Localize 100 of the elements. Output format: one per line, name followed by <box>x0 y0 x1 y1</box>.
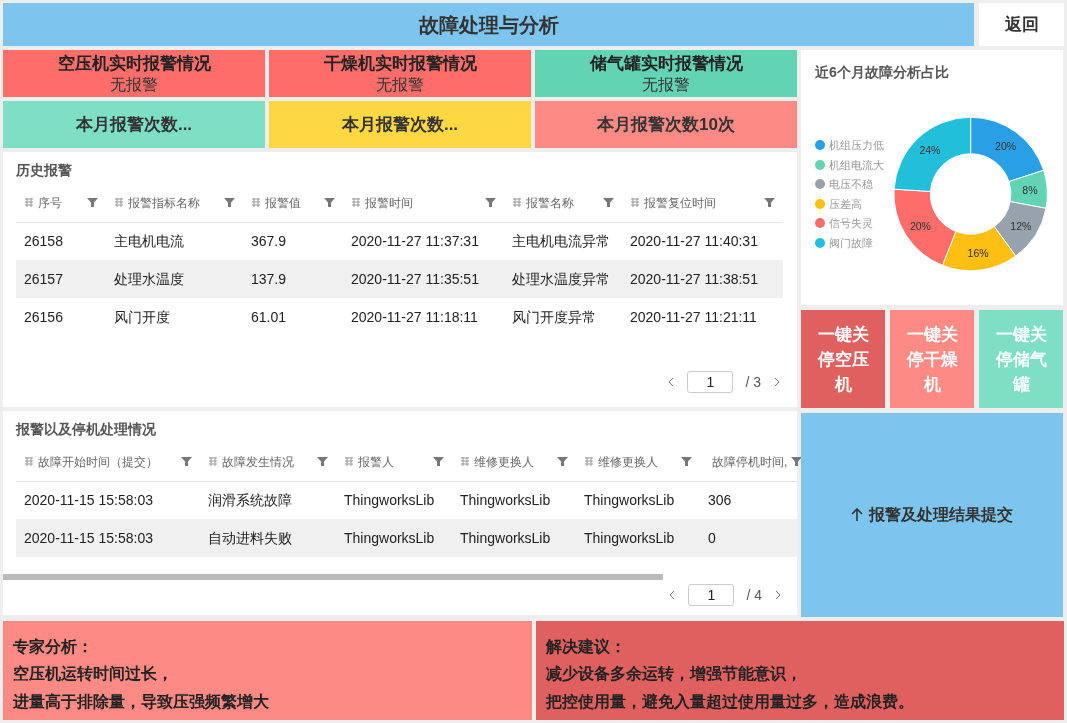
table-cell: 处理水温度 <box>114 270 184 287</box>
slice-label: 20% <box>909 219 931 232</box>
page-input[interactable]: 1 <box>687 371 734 393</box>
table-cell: 2020-11-27 11:21:11 <box>630 308 757 325</box>
filter-icon[interactable] <box>433 456 444 468</box>
monthly-count: 本月报警次数... <box>75 113 193 136</box>
filter-icon[interactable] <box>485 197 496 209</box>
legend-label: 压差高 <box>829 196 862 212</box>
column-header: 故障开始时间（提交） <box>38 453 158 471</box>
column-header: 报警名称 <box>526 194 574 212</box>
filter-icon[interactable] <box>87 197 98 209</box>
table-cell: 润滑系统故障 <box>208 491 292 508</box>
column-header: 报警指标名称 <box>128 194 200 212</box>
filter-icon[interactable] <box>791 456 803 468</box>
filter-icon[interactable] <box>681 456 692 468</box>
horizontal-scrollbar[interactable] <box>3 574 663 580</box>
filter-icon[interactable] <box>317 456 328 468</box>
card-title: 储气罐实时报警情况 <box>589 52 743 75</box>
number-type-icon <box>344 456 354 468</box>
table-cell: 0 <box>708 529 716 546</box>
table-cell: 306 <box>708 491 732 508</box>
column-header: 故障停机时间, <box>712 453 788 471</box>
column-header: 维修更换人 <box>474 453 534 471</box>
alarm-status: 无报警 <box>642 74 690 95</box>
table-cell: ThingworksLib <box>584 529 675 546</box>
slice-label: 8% <box>1022 184 1038 197</box>
slice-label: 24% <box>919 144 941 157</box>
column-header: 故障发生情况 <box>222 453 294 471</box>
chevron-right-icon[interactable] <box>774 590 781 600</box>
number-type-icon <box>208 456 218 468</box>
table-cell: ThingworksLib <box>584 491 675 508</box>
page-total: / 4 <box>746 585 762 605</box>
slice-label: 12% <box>1010 219 1032 232</box>
table-cell: ThingworksLib <box>460 491 551 508</box>
table-cell: 2020-11-27 11:40:31 <box>630 232 758 249</box>
page-total: / 3 <box>745 372 761 392</box>
table-cell: 367.9 <box>251 232 287 249</box>
text-line: 减少设备多余运转，增强节能意识， <box>545 664 803 684</box>
alarm-status: 无报警 <box>376 74 424 95</box>
submit-button[interactable]: 报警及处理结果提交 <box>801 413 1063 617</box>
table-cell: 26158 <box>24 232 63 249</box>
table-cell: 26157 <box>24 270 63 287</box>
filter-icon[interactable] <box>181 456 192 468</box>
panel-heading: 专家分析： <box>13 637 94 657</box>
number-type-icon <box>114 197 124 209</box>
legend-label: 机组压力低 <box>829 138 884 153</box>
number-type-icon <box>251 197 261 209</box>
table-cell: ThingworksLib <box>460 529 551 546</box>
legend-label: 阀门故障 <box>829 235 873 251</box>
text-line: 把控使用量，避免入量超过使用量过多，造成浪费。 <box>545 692 915 712</box>
chevron-left-icon[interactable] <box>669 590 677 600</box>
chevron-left-icon[interactable] <box>668 377 676 387</box>
text-line: 进量高于排除量，导致压强频繁增大 <box>13 692 270 712</box>
legend-label: 电压不稳 <box>829 177 873 192</box>
filter-icon[interactable] <box>557 456 568 468</box>
table-cell: 风门开度异常 <box>512 308 596 325</box>
filter-icon[interactable] <box>764 197 775 209</box>
chevron-right-icon[interactable] <box>773 377 780 387</box>
table-cell: 处理水温度异常 <box>512 270 610 287</box>
number-type-icon <box>24 456 34 468</box>
number-type-icon <box>351 197 361 209</box>
shutdown-button[interactable]: 一键关停空压机 <box>801 310 885 408</box>
panel-title: 报警以及停机处理情况 <box>14 420 157 439</box>
table-cell: ThingworksLib <box>344 491 435 508</box>
table-cell: ThingworksLib <box>344 529 435 546</box>
table-cell: 26156 <box>24 308 63 325</box>
table-cell: 主电机电流异常 <box>512 232 610 249</box>
page-input[interactable]: 1 <box>688 584 735 606</box>
column-header: 序号 <box>38 194 62 212</box>
legend-label: 信号失灵 <box>829 216 873 231</box>
slice-label: 16% <box>967 246 989 259</box>
column-header: 维修更换人 <box>598 453 658 471</box>
table-cell: 2020-11-15 15:58:03 <box>24 529 153 546</box>
table-cell: 2020-11-27 11:18:11 <box>351 308 478 325</box>
number-type-icon <box>460 456 470 468</box>
filter-icon[interactable] <box>224 197 235 209</box>
table-cell: 风门开度 <box>114 308 170 325</box>
filter-icon[interactable] <box>603 197 614 209</box>
table-cell: 主电机电流 <box>114 232 184 249</box>
column-header: 报警复位时间 <box>644 194 716 212</box>
card-title: 干燥机实时报警情况 <box>323 52 477 75</box>
column-header: 报警时间 <box>365 194 413 212</box>
monthly-count: 本月报警次数... <box>341 113 459 136</box>
back-button[interactable]: 返回 <box>979 3 1064 46</box>
panel-title: 历史报警 <box>16 161 73 180</box>
filter-icon[interactable] <box>324 197 335 209</box>
table-cell: 2020-11-27 11:38:51 <box>630 270 758 287</box>
table-cell: 2020-11-15 15:58:03 <box>24 491 153 508</box>
table-cell: 自动进料失败 <box>208 529 292 546</box>
number-type-icon <box>630 197 640 209</box>
text-line: 空压机运转时间过长， <box>13 664 174 684</box>
table-cell: 61.01 <box>251 308 287 325</box>
table-cell: 137.9 <box>251 270 287 287</box>
arrow-up-icon <box>851 508 863 522</box>
column-header: 报警值 <box>265 194 301 212</box>
slice-label: 20% <box>994 139 1016 152</box>
table-cell: 2020-11-27 11:37:31 <box>351 232 479 249</box>
chart-title: 近6个月故障分析占比 <box>815 63 950 82</box>
number-type-icon <box>24 197 34 209</box>
legend-label: 机组电流大 <box>829 157 884 173</box>
